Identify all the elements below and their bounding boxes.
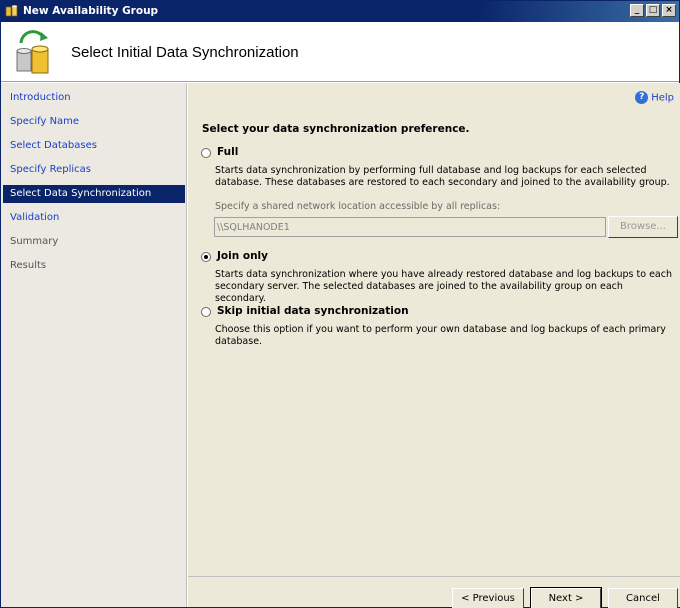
title-bar: New Availability Group _ □ × <box>1 1 679 22</box>
window-title: New Availability Group <box>23 5 159 17</box>
sidebar-item-select-databases[interactable]: Select Databases <box>3 137 185 155</box>
skip-label[interactable]: Skip initial data synchronization <box>217 305 409 317</box>
maximize-button[interactable]: □ <box>646 4 660 17</box>
skip-radio[interactable] <box>201 307 211 317</box>
previous-button[interactable]: < Previous <box>452 588 524 608</box>
full-radio[interactable] <box>201 148 211 158</box>
sidebar-item-introduction[interactable]: Introduction <box>3 89 185 107</box>
join-only-description: Starts data synchronization where you ha… <box>215 269 672 304</box>
radio-selected-dot <box>204 255 208 259</box>
main-content: ? Help Select your data synchronization p… <box>188 83 680 607</box>
close-button[interactable]: × <box>662 4 676 17</box>
sidebar-item-select-data-synchronization[interactable]: Select Data Synchronization <box>3 185 185 203</box>
help-label: Help <box>651 92 674 104</box>
sidebar-item-summary: Summary <box>10 236 59 247</box>
page-title: Select Initial Data Synchronization <box>71 44 299 61</box>
full-description: Starts data synchronization by performin… <box>215 165 670 188</box>
sidebar-item-results: Results <box>10 260 47 271</box>
section-heading: Select your data synchronization prefere… <box>202 123 470 135</box>
footer-divider <box>188 576 680 577</box>
wizard-steps-sidebar: Introduction Specify Name Select Databas… <box>1 83 187 607</box>
next-button[interactable]: Next > <box>530 587 602 608</box>
join-only-label[interactable]: Join only <box>217 250 268 262</box>
help-link[interactable]: ? Help <box>635 91 674 104</box>
help-icon: ? <box>635 91 649 104</box>
database-sync-icon <box>16 30 49 74</box>
share-location-label: Specify a shared network location access… <box>215 201 501 212</box>
browse-button[interactable]: Browse... <box>608 216 678 238</box>
wizard-window: New Availability Group _ □ × Select Init… <box>0 0 680 608</box>
availability-group-icon <box>5 5 18 17</box>
full-label[interactable]: Full <box>217 146 238 158</box>
sidebar-item-specify-replicas[interactable]: Specify Replicas <box>3 161 185 179</box>
sidebar-item-validation[interactable]: Validation <box>3 209 185 227</box>
cancel-button[interactable]: Cancel <box>608 588 678 608</box>
minimize-button[interactable]: _ <box>630 4 644 17</box>
join-only-radio[interactable] <box>201 252 211 262</box>
skip-description: Choose this option if you want to perfor… <box>215 324 666 347</box>
sidebar-item-specify-name[interactable]: Specify Name <box>3 113 185 131</box>
share-location-input[interactable] <box>214 217 606 237</box>
wizard-header: Select Initial Data Synchronization <box>1 22 679 82</box>
